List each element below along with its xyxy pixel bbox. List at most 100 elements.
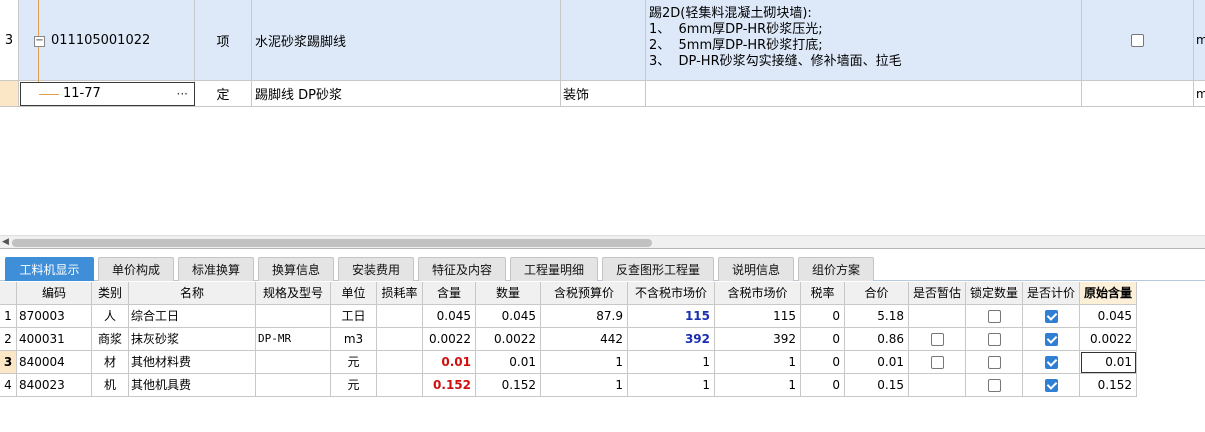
cell-code[interactable]: 840023 [17,374,92,397]
cell-tax-budget-price[interactable]: 87.9 [541,305,628,328]
scrollbar-thumb[interactable] [12,239,652,247]
item-checkbox[interactable] [1131,33,1144,47]
cell-notax-market-price[interactable]: 1 [628,351,715,374]
tab-conversion-info[interactable]: 换算信息 [258,257,334,281]
header-category[interactable]: 类别 [92,282,129,305]
more-icon[interactable]: ··· [177,87,188,101]
cell-original-content[interactable]: 0.045 [1080,305,1137,328]
header-notax-market-price[interactable]: 不含税市场价 [628,282,715,305]
cell-loss-rate[interactable] [377,305,423,328]
cell-original-content[interactable]: 0.152 [1080,374,1137,397]
tab-standard-conversion[interactable]: 标准换算 [178,257,254,281]
tab-install-fees[interactable]: 安装费用 [338,257,414,281]
cell-spec[interactable] [256,305,331,328]
cell-quantity[interactable]: 0.045 [476,305,541,328]
collapse-icon[interactable]: − [34,36,45,47]
lock-qty-checkbox[interactable] [987,310,1001,323]
is-priced-checkbox[interactable] [1044,333,1058,346]
cell-lock-qty[interactable] [966,305,1023,328]
cell-quantity[interactable]: 0.0022 [476,328,541,351]
is-priced-checkbox[interactable] [1044,379,1058,392]
cell-tax-budget-price[interactable]: 442 [541,328,628,351]
item-type[interactable]: 项 [195,0,252,81]
tab-pricing-plan[interactable]: 组价方案 [798,257,874,281]
cell-content[interactable]: 0.045 [423,305,476,328]
cell-tax-market-price[interactable]: 115 [715,305,801,328]
header-loss-rate[interactable]: 损耗率 [377,282,423,305]
header-quantity[interactable]: 数量 [476,282,541,305]
cell-tax-rate[interactable]: 0 [801,374,845,397]
header-code[interactable]: 编码 [17,282,92,305]
cell-unit[interactable]: m3 [331,328,377,351]
cell-is-priced[interactable] [1023,328,1080,351]
cell-tax-market-price[interactable]: 392 [715,328,801,351]
grid-row-item[interactable]: 3 011105001022 项 水泥砂浆踢脚线 踢2D(轻集料混凝土砌块墙):… [0,0,1205,81]
cell-quantity[interactable]: 0.152 [476,374,541,397]
tab-unit-price[interactable]: 单价构成 [98,257,174,281]
cell-notax-market-price[interactable]: 1 [628,374,715,397]
cell-code[interactable]: 840004 [17,351,92,374]
cell-tax-budget-price[interactable]: 1 [541,374,628,397]
cell-content[interactable]: 0.0022 [423,328,476,351]
header-total[interactable]: 合价 [845,282,909,305]
item-profession[interactable] [561,0,646,81]
cell-loss-rate[interactable] [377,351,423,374]
cell-name[interactable]: 抹灰砂浆 [129,328,256,351]
cell-spec[interactable] [256,374,331,397]
cell-is-priced[interactable] [1023,374,1080,397]
is-priced-checkbox[interactable] [1044,310,1058,323]
quota-name[interactable]: 踢脚线 DP砂浆 [252,81,561,107]
cell-name[interactable]: 综合工日 [129,305,256,328]
lock-qty-checkbox[interactable] [987,356,1001,369]
cell-is-priced[interactable] [1023,351,1080,374]
cell-is-estimate[interactable] [909,351,966,374]
header-tax-budget-price[interactable]: 含税预算价 [541,282,628,305]
cell-category[interactable]: 商浆 [92,328,129,351]
tab-resources[interactable]: 工料机显示 [5,257,94,281]
tab-features[interactable]: 特征及内容 [418,257,506,281]
cell-tax-market-price[interactable]: 1 [715,374,801,397]
tab-quantity-detail[interactable]: 工程量明细 [510,257,598,281]
quota-profession[interactable]: 装饰 [561,81,646,107]
cell-tax-rate[interactable]: 0 [801,305,845,328]
cell-spec[interactable]: DP-MR [256,328,331,351]
item-code-cell[interactable]: 011105001022 [19,0,195,81]
item-name[interactable]: 水泥砂浆踢脚线 [252,0,561,81]
cell-category[interactable]: 材 [92,351,129,374]
scroll-left-icon[interactable]: ◀ [2,237,9,247]
quota-type[interactable]: 定 [195,81,252,107]
lock-qty-checkbox[interactable] [987,333,1001,346]
pane-divider[interactable] [0,248,1205,249]
is-estimate-checkbox[interactable] [930,356,944,369]
cell-spec[interactable] [256,351,331,374]
tab-description[interactable]: 说明信息 [718,257,794,281]
header-tax-market-price[interactable]: 含税市场价 [715,282,801,305]
cell-tax-market-price[interactable]: 1 [715,351,801,374]
cell-original-content[interactable]: 0.0022 [1080,328,1137,351]
cell-category[interactable]: 机 [92,374,129,397]
header-tax-rate[interactable]: 税率 [801,282,845,305]
cell-quantity[interactable]: 0.01 [476,351,541,374]
quota-features[interactable] [646,81,1082,107]
item-features[interactable]: 踢2D(轻集料混凝土砌块墙): 1、 6mm厚DP-HR砂浆压光; 2、 5mm… [646,0,1082,81]
cell-loss-rate[interactable] [377,328,423,351]
cell-is-estimate[interactable] [909,328,966,351]
cell-loss-rate[interactable] [377,374,423,397]
cell-code[interactable]: 400031 [17,328,92,351]
lock-qty-checkbox[interactable] [987,379,1001,392]
header-content[interactable]: 含量 [423,282,476,305]
cell-unit[interactable]: 工日 [331,305,377,328]
cell-name[interactable]: 其他机具费 [129,374,256,397]
cell-lock-qty[interactable] [966,328,1023,351]
cell-unit[interactable]: 元 [331,374,377,397]
header-is-estimate[interactable]: 是否暂估 [909,282,966,305]
header-spec[interactable]: 规格及型号 [256,282,331,305]
header-is-priced[interactable]: 是否计价 [1023,282,1080,305]
cell-unit[interactable]: 元 [331,351,377,374]
horizontal-scrollbar[interactable]: ◀ [0,235,1205,248]
cell-is-priced[interactable] [1023,305,1080,328]
quota-code-editor[interactable]: 11-77 ··· [20,82,195,106]
cell-notax-market-price[interactable]: 115 [628,305,715,328]
cell-notax-market-price[interactable]: 392 [628,328,715,351]
cell-lock-qty[interactable] [966,351,1023,374]
